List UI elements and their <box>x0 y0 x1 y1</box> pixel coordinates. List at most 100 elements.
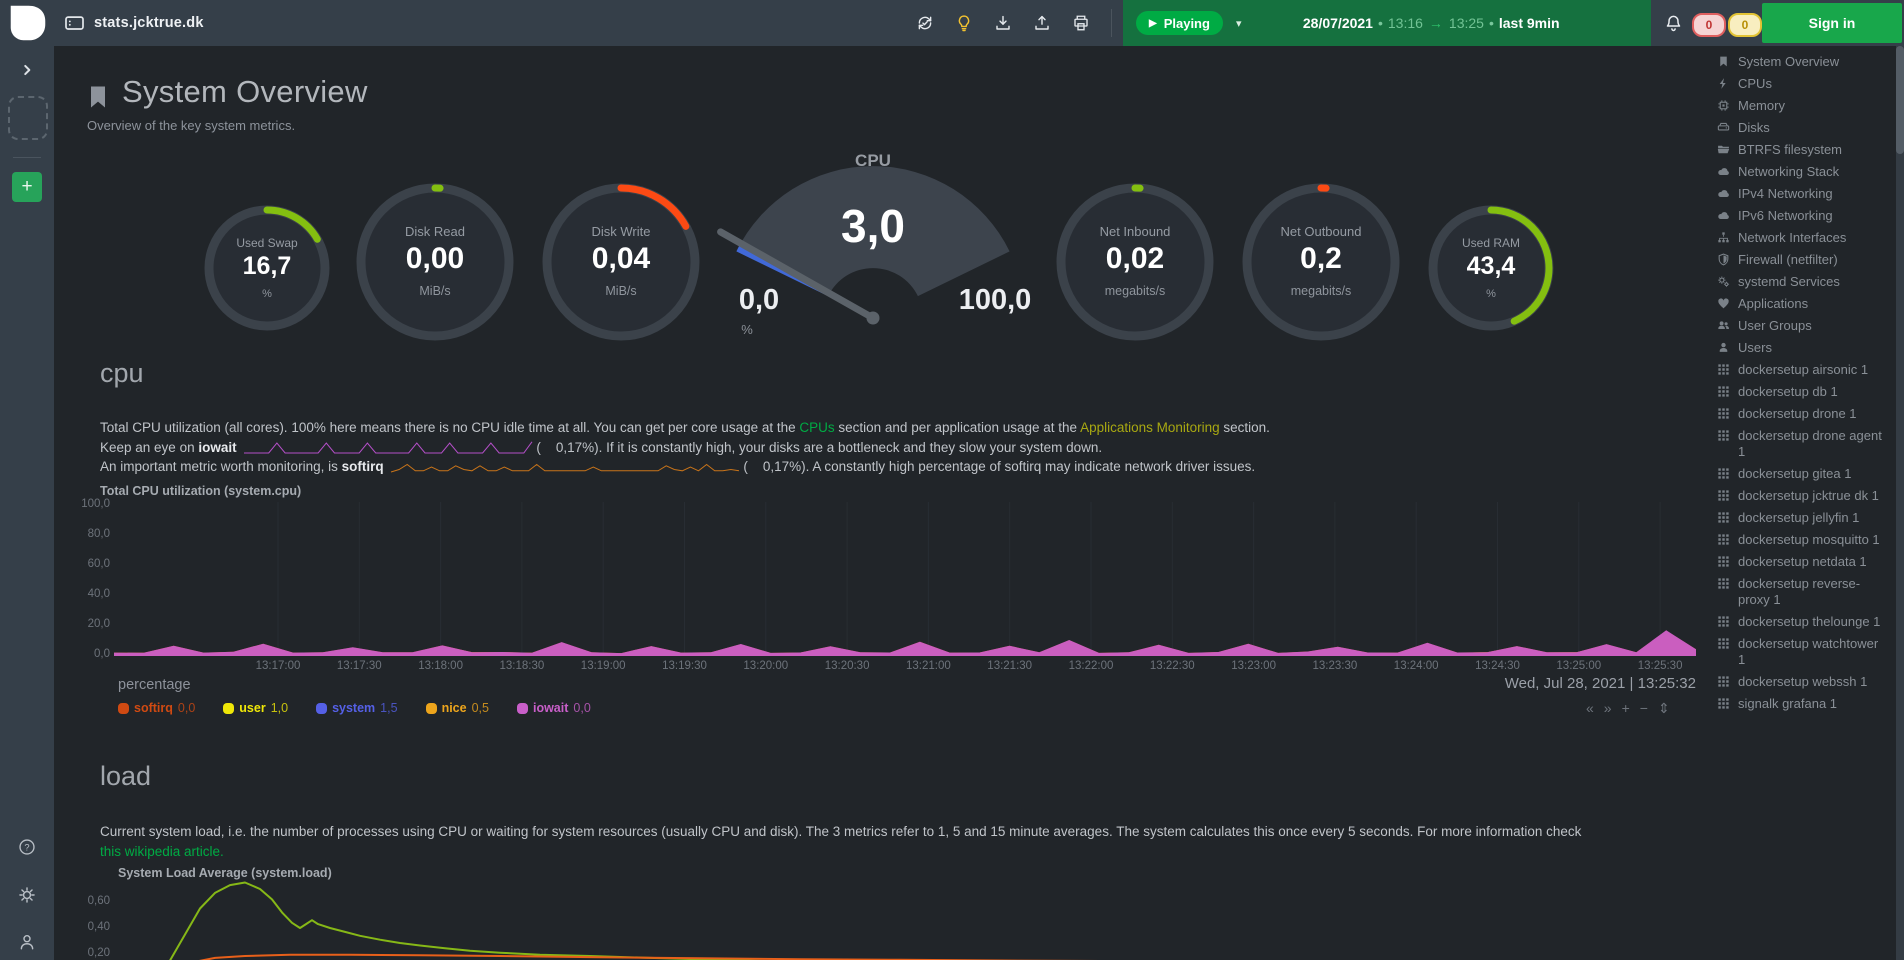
zoom-out-button[interactable]: − <box>1640 700 1648 717</box>
legend-item-softirq[interactable]: softirq0,0 <box>118 701 195 715</box>
netdata-logo-icon[interactable] <box>8 3 48 43</box>
load-chart-plot[interactable] <box>114 874 1696 960</box>
node-placeholder <box>8 96 48 140</box>
update-check-icon[interactable] <box>916 14 934 32</box>
x-tick-label: 13:17:00 <box>246 660 310 672</box>
sidebar-item-dockersetup-db-1[interactable]: dockersetup db 1 <box>1717 384 1889 400</box>
cpu-chart-plot[interactable] <box>114 502 1696 656</box>
expand-rail-chevron-icon[interactable] <box>20 63 34 77</box>
sidebar-item-networking-stack[interactable]: Networking Stack <box>1717 164 1889 180</box>
sidebar-item-dockersetup-gitea-1[interactable]: dockersetup gitea 1 <box>1717 466 1889 482</box>
y-tick-label: 80,0 <box>70 528 110 540</box>
net-outbound-gauge[interactable]: Net Outbound0,2megabits/s <box>1241 182 1401 342</box>
applications-monitoring-link[interactable]: Applications Monitoring <box>1080 420 1220 435</box>
softirq-text: An important metric worth monitoring, is <box>100 459 342 474</box>
sidebar-item-applications[interactable]: Applications <box>1717 296 1889 312</box>
users-icon <box>1717 319 1730 332</box>
pan-right-button[interactable]: » <box>1604 700 1612 717</box>
sidebar-item-label: IPv4 Networking <box>1738 186 1833 202</box>
gauge-label: Net Inbound <box>1055 224 1215 239</box>
page-scrollbar-track[interactable] <box>1896 46 1904 960</box>
sidebar-item-dockersetup-jcktrue-dk-1[interactable]: dockersetup jcktrue dk 1 <box>1717 488 1889 504</box>
iowait-text: ( 0,17%). If it is constantly high, your… <box>536 440 1102 455</box>
export-icon[interactable] <box>1033 14 1051 32</box>
x-tick-label: 13:24:30 <box>1466 660 1530 672</box>
zoom-in-button[interactable]: + <box>1622 700 1630 717</box>
sidebar-item-dockersetup-drone-1[interactable]: dockersetup drone 1 <box>1717 406 1889 422</box>
resize-button[interactable]: ⇕ <box>1658 700 1670 717</box>
softirq-keyword: softirq <box>342 459 384 474</box>
bookmark-icon <box>1717 55 1730 68</box>
sidebar-item-dockersetup-drone-agent-1[interactable]: dockersetup drone agent 1 <box>1717 428 1889 460</box>
sections-sidebar: System Overview CPUs Memory Disks BTRFS file… <box>1717 54 1889 960</box>
legend-item-nice[interactable]: nice0,5 <box>426 701 489 715</box>
settings-gear-icon[interactable] <box>18 886 36 904</box>
sidebar-item-cpus[interactable]: CPUs <box>1717 76 1889 92</box>
gauge-value: 43,4 <box>1427 252 1555 281</box>
sidebar-item-dockersetup-thelounge-1[interactable]: dockersetup thelounge 1 <box>1717 614 1889 630</box>
grid-icon <box>1717 533 1730 546</box>
page-title: System Overview <box>122 74 368 110</box>
y-tick-label: 60,0 <box>70 558 110 570</box>
wikipedia-link[interactable]: this wikipedia article. <box>100 844 224 859</box>
sidebar-item-dockersetup-airsonic-1[interactable]: dockersetup airsonic 1 <box>1717 362 1889 378</box>
sidebar-item-dockersetup-webssh-1[interactable]: dockersetup webssh 1 <box>1717 674 1889 690</box>
help-icon[interactable] <box>18 838 36 856</box>
used-swap-gauge[interactable]: Used Swap16,7% <box>203 204 331 332</box>
sidebar-item-btrfs-filesystem[interactable]: BTRFS filesystem <box>1717 142 1889 158</box>
import-icon[interactable] <box>994 14 1012 32</box>
sidebar-item-dockersetup-watchtower-1[interactable]: dockersetup watchtower 1 <box>1717 636 1889 668</box>
legend-item-iowait[interactable]: iowait0,0 <box>517 701 591 715</box>
disk-read-gauge[interactable]: Disk Read0,00MiB/s <box>355 182 515 342</box>
time-range[interactable]: 28/07/2021•13:16→13:25•last 9min <box>1241 15 1651 31</box>
x-tick-label: 13:25:00 <box>1547 660 1611 672</box>
alarms-bell-icon[interactable] <box>1664 14 1683 33</box>
x-tick-label: 13:20:30 <box>815 660 879 672</box>
sidebar-item-network-interfaces[interactable]: Network Interfaces <box>1717 230 1889 246</box>
time-control-panel: ▶ Playing ▾ 28/07/2021•13:16→13:25•last … <box>1123 0 1651 46</box>
sidebar-item-users[interactable]: Users <box>1717 340 1889 356</box>
sidebar-item-ipv6-networking[interactable]: IPv6 Networking <box>1717 208 1889 224</box>
sidebar-item-disks[interactable]: Disks <box>1717 120 1889 136</box>
load-series-load5 <box>168 955 1695 960</box>
legend-name: softirq <box>134 701 173 715</box>
news-bulb-icon[interactable] <box>955 14 973 32</box>
load-section-heading: load <box>100 761 151 792</box>
gauge-label: Disk Read <box>355 224 515 239</box>
user-profile-icon[interactable] <box>18 933 36 951</box>
disk-write-gauge[interactable]: Disk Write0,04MiB/s <box>541 182 701 342</box>
add-node-button[interactable]: + <box>12 172 42 202</box>
sidebar-item-firewall-netfilter[interactable]: Firewall (netfilter) <box>1717 252 1889 268</box>
playing-button[interactable]: ▶ Playing <box>1136 11 1223 35</box>
sidebar-item-signalk-grafana-1[interactable]: signalk grafana 1 <box>1717 696 1889 712</box>
hostname-group[interactable]: stats.jcktrue.dk <box>64 0 204 46</box>
sidebar-item-dockersetup-jellyfin-1[interactable]: dockersetup jellyfin 1 <box>1717 510 1889 526</box>
sidebar-item-dockersetup-reverse-proxy-1[interactable]: dockersetup reverse-proxy 1 <box>1717 576 1889 608</box>
sitemap-icon <box>1717 231 1730 244</box>
sidebar-item-system-overview[interactable]: System Overview <box>1717 54 1889 70</box>
cpu-description: Total CPU utilization (all cores). 100% … <box>100 418 1680 477</box>
legend-swatch <box>118 703 129 714</box>
warning-alarms-badge[interactable]: 0 <box>1728 13 1762 37</box>
cpu-gauge[interactable]: CPU 3,0 0,0 100,0 % <box>713 146 1043 370</box>
pan-left-button[interactable]: « <box>1586 700 1594 717</box>
used-ram-gauge[interactable]: Used RAM43,4% <box>1427 204 1555 332</box>
print-icon[interactable] <box>1072 14 1090 32</box>
sidebar-item-systemd-services[interactable]: systemd Services <box>1717 274 1889 290</box>
y-tick-label: 0,40 <box>70 921 110 933</box>
sidebar-item-user-groups[interactable]: User Groups <box>1717 318 1889 334</box>
cpus-link[interactable]: CPUs <box>799 420 834 435</box>
legend-name: nice <box>442 701 467 715</box>
sidebar-item-memory[interactable]: Memory <box>1717 98 1889 114</box>
sidebar-item-ipv4-networking[interactable]: IPv4 Networking <box>1717 186 1889 202</box>
sidebar-item-dockersetup-netdata-1[interactable]: dockersetup netdata 1 <box>1717 554 1889 570</box>
net-inbound-gauge[interactable]: Net Inbound0,02megabits/s <box>1055 182 1215 342</box>
legend-item-user[interactable]: user1,0 <box>223 701 288 715</box>
legend-item-system[interactable]: system1,5 <box>316 701 397 715</box>
critical-alarms-badge[interactable]: 0 <box>1692 13 1726 37</box>
sidebar-item-dockersetup-mosquitto-1[interactable]: dockersetup mosquitto 1 <box>1717 532 1889 548</box>
arrow-icon: → <box>1423 15 1449 31</box>
gauge-value: 0,04 <box>541 242 701 276</box>
sign-in-button[interactable]: Sign in <box>1762 3 1902 43</box>
page-scrollbar-thumb[interactable] <box>1896 46 1904 154</box>
